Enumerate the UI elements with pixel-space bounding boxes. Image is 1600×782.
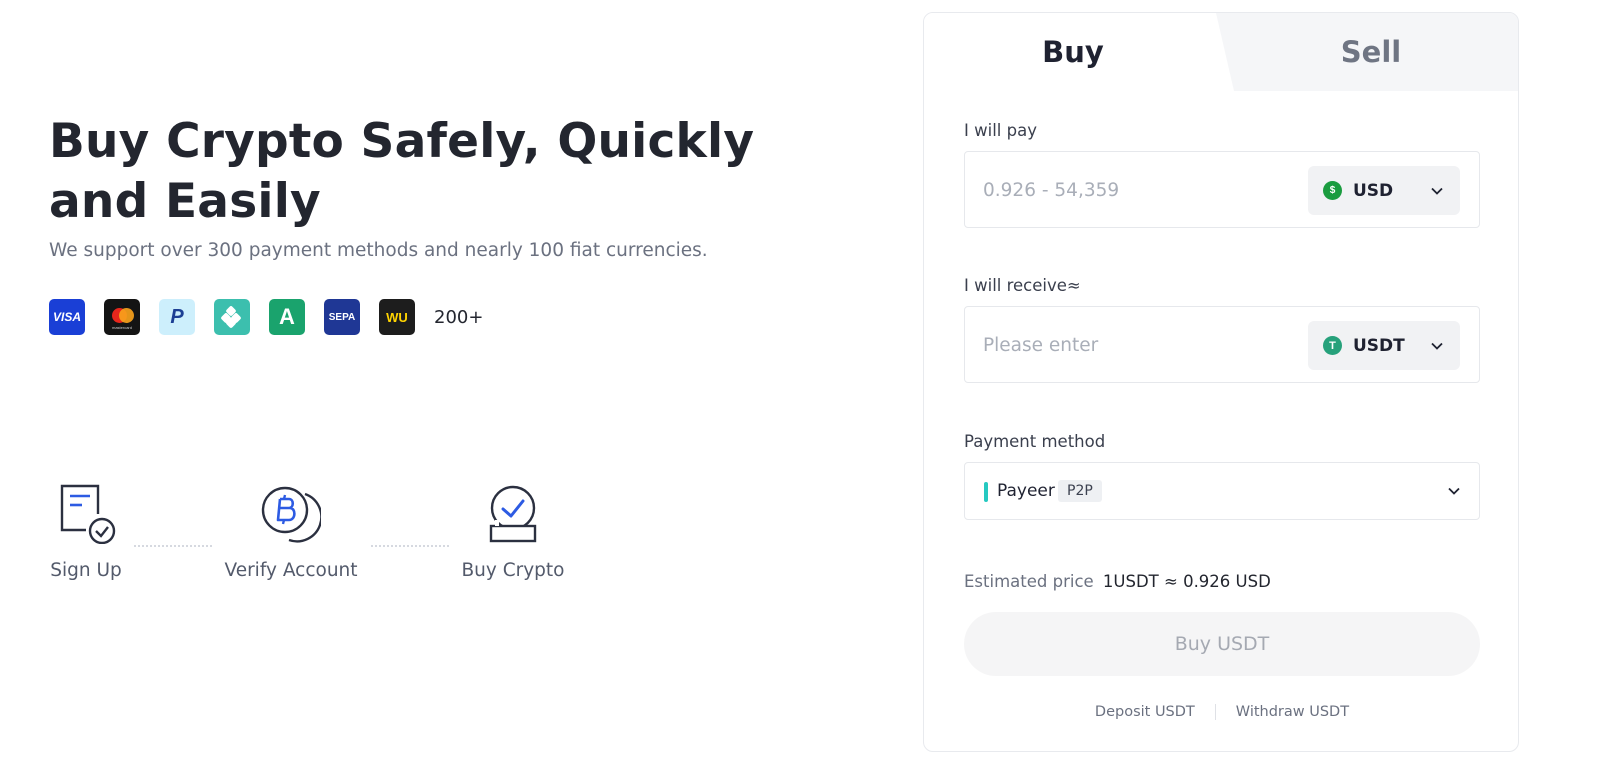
step-label: Sign Up (50, 560, 122, 581)
steps: Sign Up Verify Account Buy Crypto (48, 482, 608, 592)
more-methods-count: 200+ (434, 306, 484, 328)
payment-method-select[interactable]: Payeer P2P (964, 462, 1480, 520)
sign-up-icon (48, 482, 124, 548)
buy-usdt-button[interactable]: Buy USDT (964, 612, 1480, 676)
chevron-down-icon (1431, 187, 1443, 195)
tab-buy[interactable]: Buy (924, 13, 1222, 91)
step-connector (134, 545, 212, 547)
receive-field: T USDT (964, 306, 1480, 383)
estimated-price-value: 1USDT ≈ 0.926 USD (1102, 572, 1271, 591)
receive-label: I will receive≈ (964, 276, 1081, 295)
tab-bar: Buy Sell (924, 13, 1518, 91)
payment-methods-row: VISA mastercard P A SEPA WU 200+ (49, 299, 483, 335)
chevron-down-icon (1448, 487, 1460, 495)
hero-title: Buy Crypto Safely, Quickly and Easily (49, 112, 769, 232)
advcash-icon: A (269, 299, 305, 335)
step-label: Buy Crypto (461, 560, 565, 581)
step-label: Verify Account (224, 560, 358, 581)
estimated-price: Estimated price 1USDT ≈ 0.926 USD (964, 572, 1271, 591)
payment-method-indicator (984, 482, 988, 502)
withdraw-usdt-link[interactable]: Withdraw USDT (1236, 704, 1349, 720)
pay-field: $ USD (964, 151, 1480, 228)
sepa-icon: SEPA (324, 299, 360, 335)
hero-subtitle: We support over 300 payment methods and … (49, 240, 708, 261)
receive-amount-input[interactable] (983, 331, 1283, 359)
receive-currency-code: USDT (1353, 335, 1405, 356)
step-sign-up: Sign Up (48, 482, 124, 581)
pix-icon (214, 299, 250, 335)
hero-title-line2: and Easily (49, 174, 321, 229)
footer-divider (1214, 704, 1216, 720)
hero-title-line1: Buy Crypto Safely, Quickly (49, 114, 755, 169)
pay-currency-code: USD (1353, 180, 1394, 201)
buy-sell-card: Buy Sell I will pay $ USD I will receive… (923, 12, 1519, 752)
step-connector (371, 545, 449, 547)
visa-icon: VISA (49, 299, 85, 335)
footer-links: Deposit USDT Withdraw USDT (924, 704, 1518, 720)
pay-label: I will pay (964, 121, 1037, 140)
western-union-icon: WU (379, 299, 415, 335)
step-buy-crypto: Buy Crypto (458, 482, 568, 581)
tab-sell[interactable]: Sell (1222, 13, 1518, 91)
verify-account-icon (221, 482, 361, 548)
payment-method-name: Payeer (997, 481, 1055, 501)
chevron-down-icon (1431, 342, 1443, 350)
paypal-icon: P (159, 299, 195, 335)
pay-amount-input[interactable] (983, 176, 1283, 204)
receive-currency-select[interactable]: T USDT (1308, 321, 1460, 370)
usdt-coin-icon: T (1323, 336, 1342, 355)
buy-crypto-icon (458, 482, 568, 548)
pay-currency-select[interactable]: $ USD (1308, 166, 1460, 215)
step-verify-account: Verify Account (221, 482, 361, 581)
usd-coin-icon: $ (1323, 181, 1342, 200)
deposit-usdt-link[interactable]: Deposit USDT (1095, 704, 1195, 720)
mastercard-icon: mastercard (104, 299, 140, 335)
estimated-price-label: Estimated price (964, 572, 1094, 591)
payment-method-label: Payment method (964, 432, 1106, 451)
p2p-badge: P2P (1058, 480, 1102, 502)
